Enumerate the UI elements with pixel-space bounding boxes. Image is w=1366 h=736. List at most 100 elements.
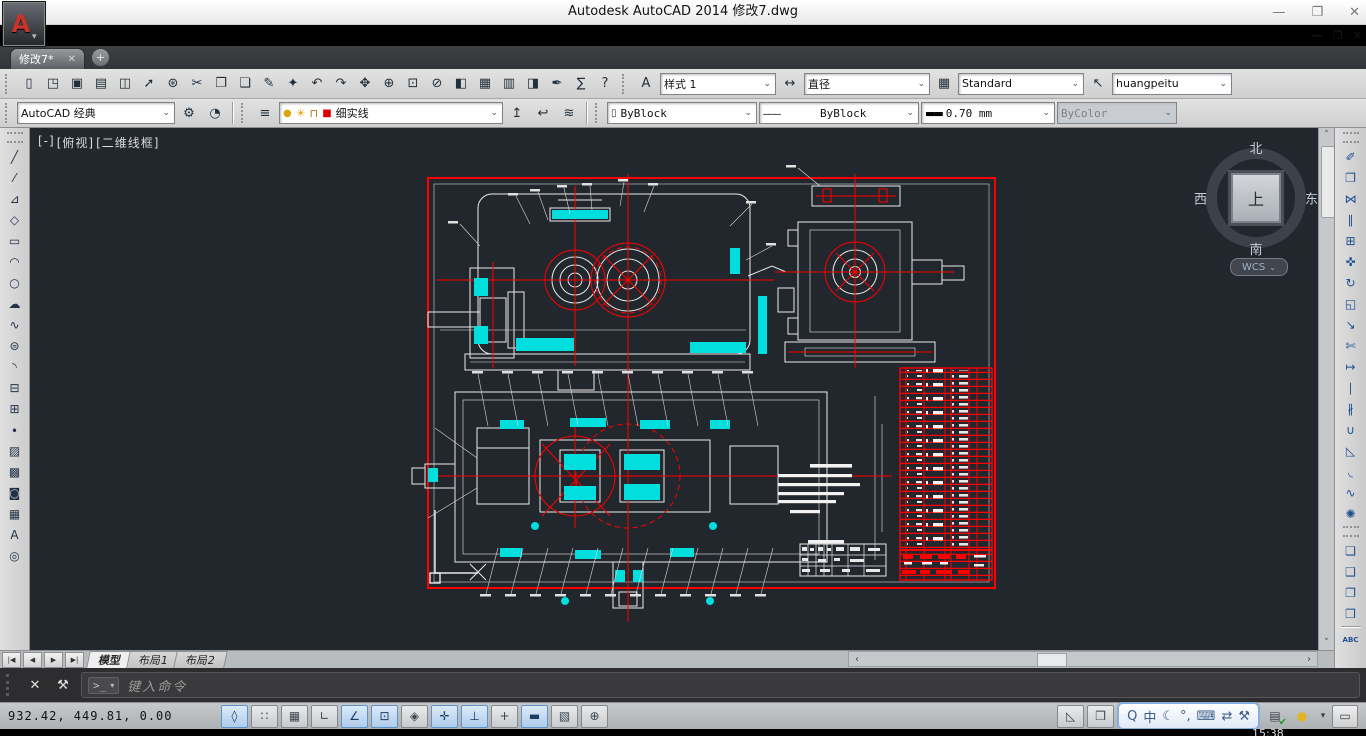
point-button[interactable]: ∙ <box>3 419 27 440</box>
tab-nav-next[interactable]: ▶ <box>44 652 63 668</box>
ime-settings-icon[interactable]: ⚒ <box>1238 709 1250 724</box>
file-tab-active[interactable]: 修改7* ✕ <box>10 48 85 69</box>
trim-button[interactable]: ✄ <box>1339 335 1363 356</box>
horizontal-scroll-thumb[interactable] <box>1037 653 1067 667</box>
lineweight-combo[interactable]: ▬▬ 0.70 mm ⌄ <box>921 102 1055 124</box>
line-button[interactable]: ╱ <box>3 146 27 167</box>
linetype-combo[interactable]: ——— ByBlock ⌄ <box>759 102 919 124</box>
vertical-scroll-thumb[interactable] <box>1321 146 1335 218</box>
ime-chinese-icon[interactable]: 中 <box>1143 707 1156 726</box>
transparency-toggle[interactable]: ▧ <box>551 705 578 728</box>
toolbar-grip[interactable] <box>1343 526 1359 537</box>
pan-button[interactable]: ✥ <box>353 72 377 96</box>
view-cube-west[interactable]: 西 <box>1194 189 1207 208</box>
insert-block-button[interactable]: ⊟ <box>3 377 27 398</box>
plot-notification-icon[interactable]: ▤ ✔ <box>1263 706 1287 727</box>
layer-combo[interactable]: ● ☀ ⊓ ■ 细实线 ⌄ <box>279 102 503 124</box>
command-grip[interactable] <box>6 674 17 696</box>
workspace-save-icon[interactable]: ◔ <box>203 101 227 125</box>
paste-button[interactable]: ❏ <box>233 72 257 96</box>
etransmit-button[interactable]: ⊛ <box>161 72 185 96</box>
view-cube[interactable]: 北 南 西 东 上 <box>1198 140 1314 256</box>
scroll-down-icon[interactable]: ˅ <box>1324 636 1329 650</box>
create-block-button[interactable]: ⊞ <box>3 398 27 419</box>
zoom-realtime-button[interactable]: ⊕ <box>377 72 401 96</box>
help-button[interactable]: ? <box>593 72 617 96</box>
move-button[interactable]: ✜ <box>1339 251 1363 272</box>
snap-toggle[interactable]: ∷ <box>251 705 278 728</box>
ime-mode-icon[interactable]: Q <box>1127 709 1137 724</box>
toolbar-grip[interactable] <box>7 132 23 143</box>
designcenter-button[interactable]: ▦ <box>473 72 497 96</box>
arc-button[interactable]: ◠ <box>3 251 27 272</box>
horizontal-scrollbar[interactable]: ‹ › <box>848 651 1318 667</box>
stretch-button[interactable]: ↘ <box>1339 314 1363 335</box>
quickcalc-button[interactable]: ∑ <box>569 72 593 96</box>
toolbar-grip[interactable] <box>622 74 629 94</box>
cut-button[interactable]: ✂ <box>185 72 209 96</box>
color-combo[interactable]: ▯ ByBlock ⌄ <box>607 102 757 124</box>
toolbar-grip[interactable] <box>5 74 12 94</box>
circle-button[interactable]: ○ <box>3 272 27 293</box>
ortho-toggle[interactable]: ∟ <box>311 705 338 728</box>
tab-layout2[interactable]: 布局2 <box>173 651 228 668</box>
workspace-settings-icon[interactable]: ⚙ <box>177 101 201 125</box>
ime-keyboard-icon[interactable]: ⌨ <box>1197 709 1216 724</box>
erase-button[interactable]: ✐ <box>1339 146 1363 167</box>
doc-close-button[interactable]: ✕ <box>1353 29 1362 42</box>
toolbar-grip[interactable] <box>1343 132 1359 143</box>
dynamic-input-toggle[interactable]: + <box>491 705 518 728</box>
polyline-button[interactable]: ⊿ <box>3 188 27 209</box>
layer-states-icon[interactable]: ≋ <box>557 101 581 125</box>
construction-line-button[interactable]: ⁄ <box>3 167 27 188</box>
blend-curves-button[interactable]: ∿ <box>1339 482 1363 503</box>
explode-button[interactable]: ✺ <box>1339 503 1363 524</box>
polygon-button[interactable]: ◇ <box>3 209 27 230</box>
publish-button[interactable]: ➚ <box>137 72 161 96</box>
extend-button[interactable]: ↦ <box>1339 356 1363 377</box>
hatch-button[interactable]: ▨ <box>3 440 27 461</box>
copy-button[interactable]: ❐ <box>209 72 233 96</box>
table-style-combo[interactable]: Standard ⌄ <box>958 73 1084 95</box>
workspace-combo[interactable]: AutoCAD 经典 ⌄ <box>17 102 175 124</box>
object-snap-toggle[interactable]: ⊡ <box>371 705 398 728</box>
spline-button[interactable]: ∿ <box>3 314 27 335</box>
new-button[interactable]: ▯ <box>17 72 41 96</box>
infer-constraints-toggle[interactable]: ◊ <box>221 705 248 728</box>
layer-properties-manager-icon[interactable]: ≡ <box>253 101 277 125</box>
application-menu-button[interactable]: A ▾ <box>2 1 46 47</box>
join-button[interactable]: ∪ <box>1339 419 1363 440</box>
make-object-layer-current-icon[interactable]: ↥ <box>505 101 529 125</box>
tray-caret-icon[interactable]: ▾ <box>1317 706 1329 727</box>
quick-properties-toggle[interactable]: ⊕ <box>581 705 608 728</box>
clean-screen-button[interactable]: ▭ <box>1332 705 1358 728</box>
doc-restore-button[interactable]: ❐ <box>1333 29 1343 42</box>
table-style-icon[interactable]: ▦ <box>932 72 956 96</box>
rectangle-button[interactable]: ▭ <box>3 230 27 251</box>
block-editor-button[interactable]: ✦ <box>281 72 305 96</box>
tab-nav-last[interactable]: ▶| <box>65 652 84 668</box>
restore-button[interactable]: ❐ <box>1311 5 1323 20</box>
multileader-style-icon[interactable]: ↖ <box>1086 72 1110 96</box>
offset-button[interactable]: ∥ <box>1339 209 1363 230</box>
mirror-button[interactable]: ⋈ <box>1339 188 1363 209</box>
send-to-back-button[interactable]: ❑ <box>1339 561 1363 582</box>
dim-style-combo[interactable]: 直径 ⌄ <box>804 73 930 95</box>
zoom-previous-button[interactable]: ⊘ <box>425 72 449 96</box>
markup-button[interactable]: ✒ <box>545 72 569 96</box>
fillet-button[interactable]: ◟ <box>1339 461 1363 482</box>
save-button[interactable]: ▣ <box>65 72 89 96</box>
minimize-button[interactable]: — <box>1272 5 1285 20</box>
rotate-button[interactable]: ↻ <box>1339 272 1363 293</box>
text-style-icon[interactable]: A <box>634 72 658 96</box>
layer-previous-icon[interactable]: ↩ <box>531 101 555 125</box>
vertical-scrollbar[interactable]: ˄ ˅ <box>1318 128 1334 650</box>
copy-object-button[interactable]: ❐ <box>1339 167 1363 188</box>
toolbar-grip[interactable] <box>5 103 12 123</box>
scale-button[interactable]: ◱ <box>1339 293 1363 314</box>
scroll-left-icon[interactable]: ‹ <box>849 654 865 665</box>
tool-palettes-button[interactable]: ▥ <box>497 72 521 96</box>
region-button[interactable]: ◙ <box>3 482 27 503</box>
redo-button[interactable]: ↷ <box>329 72 353 96</box>
dynamic-ucs-toggle[interactable]: ⊥ <box>461 705 488 728</box>
